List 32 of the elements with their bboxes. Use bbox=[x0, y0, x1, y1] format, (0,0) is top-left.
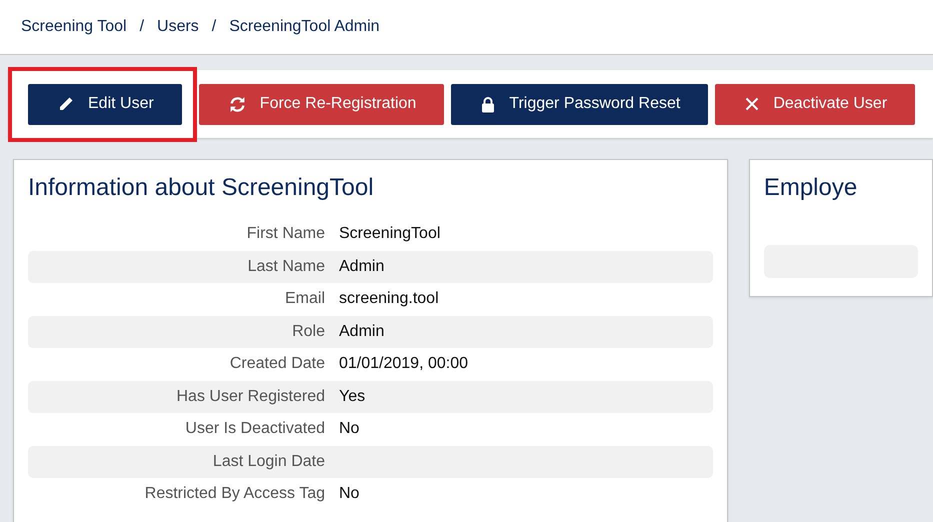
breadcrumb-separator: / bbox=[138, 18, 146, 36]
field-value: screening.tool bbox=[339, 290, 440, 308]
action-button[interactable]: Deactivate User bbox=[715, 84, 916, 124]
field-label: User Is Deactivated bbox=[184, 420, 325, 438]
field-value: No bbox=[339, 485, 360, 504]
breadcrumb-link[interactable]: ScreeningTool Admin bbox=[229, 18, 380, 36]
field-label: Last Name bbox=[246, 258, 325, 276]
breadcrumb-link[interactable]: Screening Tool bbox=[21, 18, 127, 36]
field-value: Admin bbox=[339, 322, 386, 341]
refresh-icon bbox=[228, 96, 246, 112]
field-label: Email bbox=[284, 290, 325, 308]
card-title: Employe bbox=[764, 174, 858, 202]
action-button[interactable]: Trigger Password Reset bbox=[451, 84, 708, 124]
breadcrumb-separator: / bbox=[210, 18, 218, 36]
field-value: Yes bbox=[339, 388, 366, 406]
action-button[interactable]: Edit User bbox=[28, 84, 182, 124]
field-value: 01/01/2019, 00:00 bbox=[339, 355, 470, 374]
field-value: Admin bbox=[339, 258, 386, 276]
field-label: First Name bbox=[246, 225, 325, 244]
field-value: ScreeningTool bbox=[339, 225, 442, 244]
field-label: Has User Registered bbox=[176, 388, 325, 406]
field-label: Last Login Date bbox=[212, 452, 325, 471]
action-button[interactable]: Force Re-Registration bbox=[198, 84, 444, 124]
breadcrumb-link[interactable]: Users bbox=[157, 18, 199, 36]
close-icon bbox=[745, 97, 760, 111]
lock-icon bbox=[481, 96, 496, 112]
card-title: Information about ScreeningTool bbox=[28, 174, 375, 202]
field-label: Role bbox=[291, 322, 325, 341]
field-label: Restricted By Access Tag bbox=[144, 485, 325, 504]
pencil-icon bbox=[58, 96, 74, 112]
field-value: No bbox=[339, 420, 360, 438]
field-label: Created Date bbox=[228, 355, 325, 374]
